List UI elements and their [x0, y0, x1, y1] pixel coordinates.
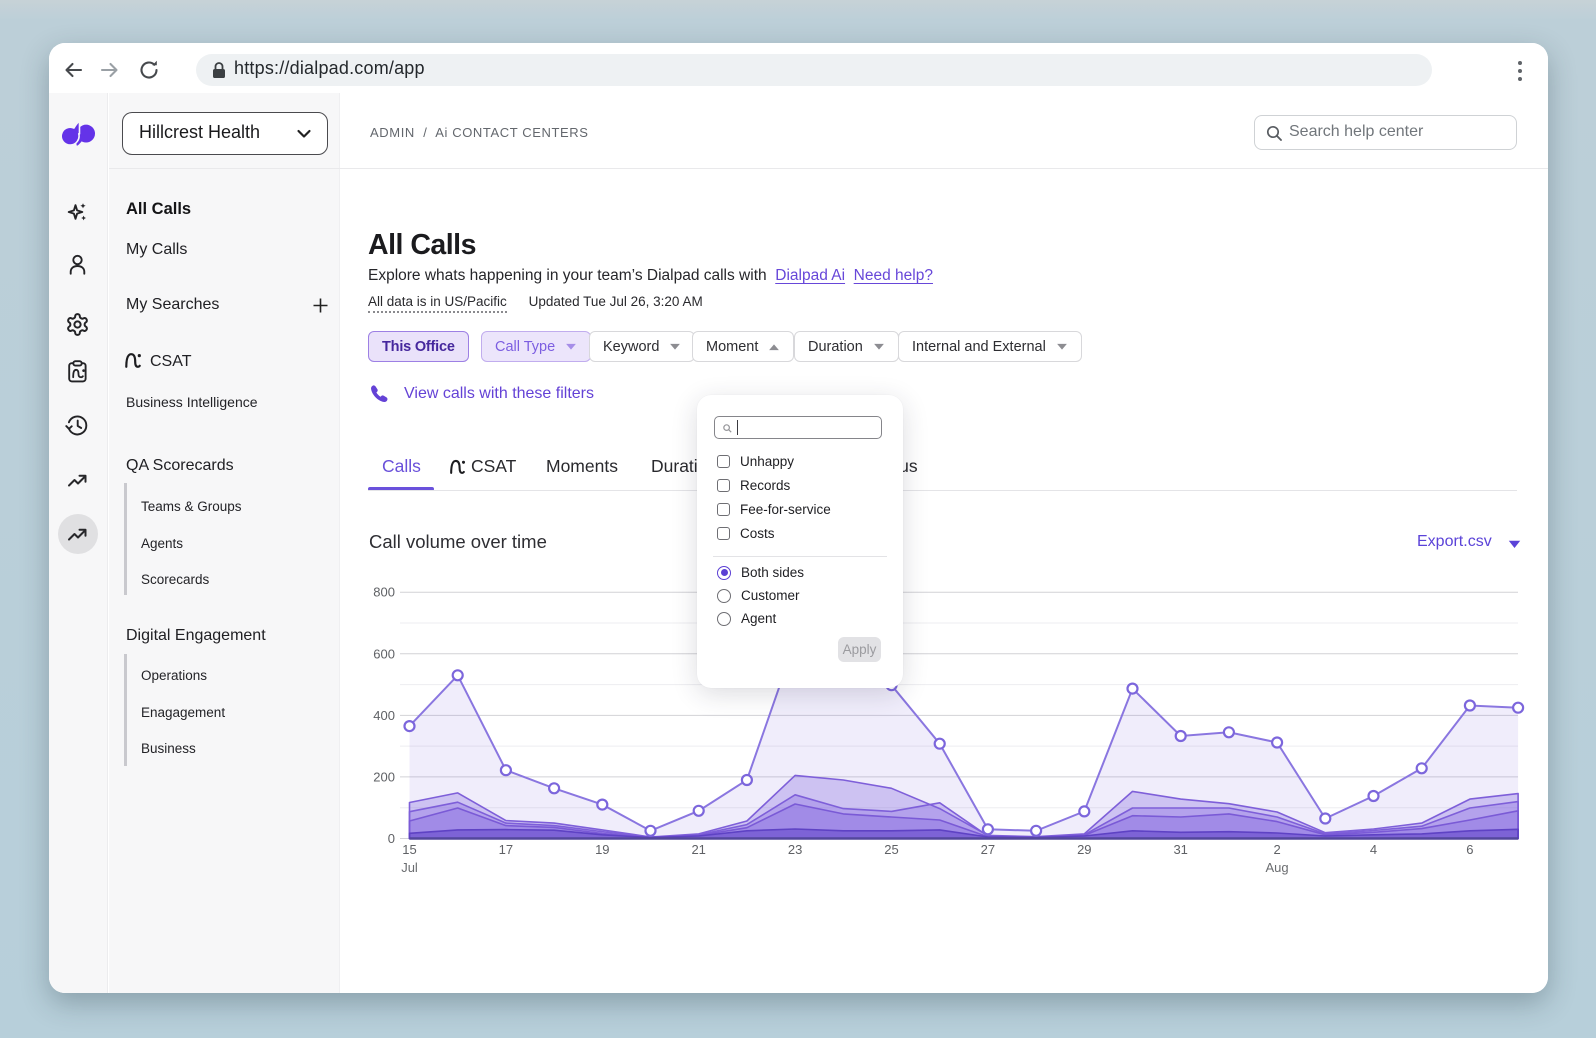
svg-text:15: 15 — [402, 842, 416, 857]
svg-text:400: 400 — [373, 708, 395, 723]
svg-text:200: 200 — [373, 769, 395, 784]
svg-text:4: 4 — [1370, 842, 1377, 857]
svg-text:800: 800 — [373, 585, 395, 600]
svg-text:0: 0 — [388, 831, 395, 846]
svg-text:19: 19 — [595, 842, 609, 857]
svg-text:31: 31 — [1173, 842, 1187, 857]
svg-text:27: 27 — [981, 842, 995, 857]
svg-text:2: 2 — [1273, 842, 1280, 857]
svg-text:25: 25 — [884, 842, 898, 857]
svg-text:600: 600 — [373, 646, 395, 661]
svg-text:6: 6 — [1466, 842, 1473, 857]
svg-text:23: 23 — [788, 842, 802, 857]
svg-text:29: 29 — [1077, 842, 1091, 857]
svg-text:Jul: Jul — [401, 860, 418, 875]
svg-text:17: 17 — [499, 842, 513, 857]
svg-text:Aug: Aug — [1266, 860, 1289, 875]
svg-text:21: 21 — [691, 842, 705, 857]
